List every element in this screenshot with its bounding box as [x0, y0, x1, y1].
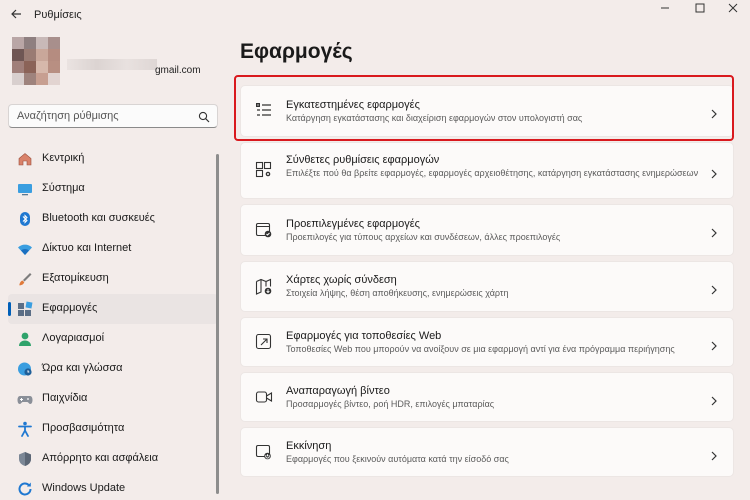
card-title: Αναπαραγωγή βίντεο [286, 385, 390, 397]
chevron-right-icon [709, 393, 719, 406]
video-icon [255, 388, 273, 406]
system-icon [17, 181, 33, 197]
sidebar-item-bluetooth[interactable]: Bluetooth και συσκευές [8, 204, 218, 234]
back-arrow-icon[interactable] [6, 6, 26, 26]
card-title: Εφαρμογές για τοποθεσίες Web [286, 330, 442, 342]
sidebar-item-windows-update[interactable]: Windows Update [8, 474, 218, 500]
chevron-right-icon [709, 106, 719, 119]
sidebar-item-label: Εφαρμογές [42, 302, 98, 314]
card-web-apps[interactable]: Εφαρμογές για τοποθεσίες Web Τοποθεσίες … [240, 317, 734, 367]
sidebar-item-accessibility[interactable]: Προσβασιμότητα [8, 414, 218, 444]
sidebar-item-label: Παιχνίδια [42, 392, 88, 404]
active-indicator [8, 302, 11, 316]
minimize-icon[interactable] [648, 0, 682, 20]
sidebar-item-accounts[interactable]: Λογαριασμοί [8, 324, 218, 354]
installed-apps-icon [255, 102, 273, 120]
sidebar-item-home[interactable]: Κεντρική [8, 144, 218, 174]
chevron-right-icon [709, 166, 719, 179]
account-icon [17, 331, 33, 347]
title-bar: Ρυθμίσεις [0, 0, 750, 32]
card-offline-maps[interactable]: Χάρτες χωρίς σύνδεση Στοιχεία λήψης, θέσ… [240, 261, 734, 312]
card-title: Σύνθετες ρυθμίσεις εφαρμογών [286, 154, 440, 166]
sidebar-item-label: Bluetooth και συσκευές [42, 212, 155, 224]
chevron-right-icon [709, 448, 719, 461]
settings-cards: Εγκατεστημένες εφαρμογές Κατάργηση εγκατ… [240, 85, 734, 482]
startup-icon [255, 443, 273, 461]
card-description: Προεπιλογές για τύπους αρχείων και συνδέ… [286, 232, 561, 242]
brush-icon [17, 271, 33, 287]
sidebar-item-label: Δίκτυο και Internet [42, 242, 132, 254]
close-icon[interactable] [716, 0, 750, 20]
account-email: gmail.com [155, 65, 201, 76]
sidebar-scrollbar[interactable] [216, 154, 219, 494]
sidebar-item-network[interactable]: Δίκτυο και Internet [8, 234, 218, 264]
home-icon [17, 151, 33, 167]
offline-maps-icon [255, 278, 273, 296]
sidebar-item-time-language[interactable]: Ώρα και γλώσσα [8, 354, 218, 384]
sidebar-item-label: Λογαριασμοί [42, 332, 105, 344]
advanced-apps-icon [255, 161, 273, 179]
card-title: Εκκίνηση [286, 440, 332, 452]
maximize-icon[interactable] [683, 0, 717, 20]
wifi-icon [17, 241, 33, 257]
sidebar-item-label: Σύστημα [42, 182, 85, 194]
card-description: Επιλέξτε πού θα βρείτε εφαρμογές, εφαρμο… [286, 168, 699, 178]
sidebar-item-personalization[interactable]: Εξατομίκευση [8, 264, 218, 294]
gamepad-icon [17, 391, 33, 407]
sidebar-item-label: Ώρα και γλώσσα [42, 362, 123, 374]
sidebar-nav: Κεντρική Σύστημα Bluetooth και συσκευές … [8, 144, 218, 500]
card-description: Στοιχεία λήψης, θέση αποθήκευσης, ενημερ… [286, 288, 509, 298]
sidebar-item-label: Εξατομίκευση [42, 272, 109, 284]
card-startup[interactable]: Εκκίνηση Εφαρμογές που ξεκινούν αυτόματα… [240, 427, 734, 477]
accessibility-icon [17, 421, 33, 437]
card-default-apps[interactable]: Προεπιλεγμένες εφαρμογές Προεπιλογές για… [240, 204, 734, 256]
avatar [12, 37, 60, 85]
sidebar-item-privacy-security[interactable]: Απόρρητο και ασφάλεια [8, 444, 218, 474]
chevron-right-icon [709, 338, 719, 351]
sidebar-item-system[interactable]: Σύστημα [8, 174, 218, 204]
bluetooth-icon [17, 211, 33, 227]
shield-icon [17, 451, 33, 467]
card-advanced-app-settings[interactable]: Σύνθετες ρυθμίσεις εφαρμογών Επιλέξτε πο… [240, 142, 734, 199]
page-title: Εφαρμογές [240, 40, 353, 63]
card-description: Τοποθεσίες Web που μπορούν να ανοίξουν σ… [286, 344, 675, 354]
chevron-right-icon [709, 225, 719, 238]
sidebar-item-apps[interactable]: Εφαρμογές [8, 294, 218, 324]
settings-search[interactable] [8, 104, 218, 128]
window-title: Ρυθμίσεις [34, 9, 82, 21]
sidebar-item-gaming[interactable]: Παιχνίδια [8, 384, 218, 414]
apps-icon [17, 301, 33, 317]
card-description: Προσαρμογές βίντεο, ροή HDR, επιλογές μπ… [286, 399, 495, 409]
card-title: Προεπιλεγμένες εφαρμογές [286, 218, 420, 230]
globe-clock-icon [17, 361, 33, 377]
sidebar-item-label: Προσβασιμότητα [42, 422, 125, 434]
card-title: Εγκατεστημένες εφαρμογές [286, 99, 420, 111]
card-installed-apps[interactable]: Εγκατεστημένες εφαρμογές Κατάργηση εγκατ… [240, 85, 734, 137]
update-icon [17, 481, 33, 497]
card-description: Εφαρμογές που ξεκινούν αυτόματα κατά την… [286, 454, 509, 464]
chevron-right-icon [709, 282, 719, 295]
card-video-playback[interactable]: Αναπαραγωγή βίντεο Προσαρμογές βίντεο, ρ… [240, 372, 734, 422]
default-apps-icon [255, 221, 273, 239]
card-title: Χάρτες χωρίς σύνδεση [286, 274, 397, 286]
blurred-account-name [67, 59, 157, 70]
user-profile[interactable]: gmail.com [12, 37, 212, 85]
sidebar-item-label: Windows Update [42, 482, 126, 494]
sidebar-item-label: Απόρρητο και ασφάλεια [42, 452, 159, 464]
card-description: Κατάργηση εγκατάστασης και διαχείριση εφ… [286, 113, 583, 123]
search-icon[interactable] [198, 110, 210, 123]
search-input[interactable] [17, 108, 197, 124]
sidebar-item-label: Κεντρική [42, 152, 85, 164]
web-apps-icon [255, 333, 273, 351]
